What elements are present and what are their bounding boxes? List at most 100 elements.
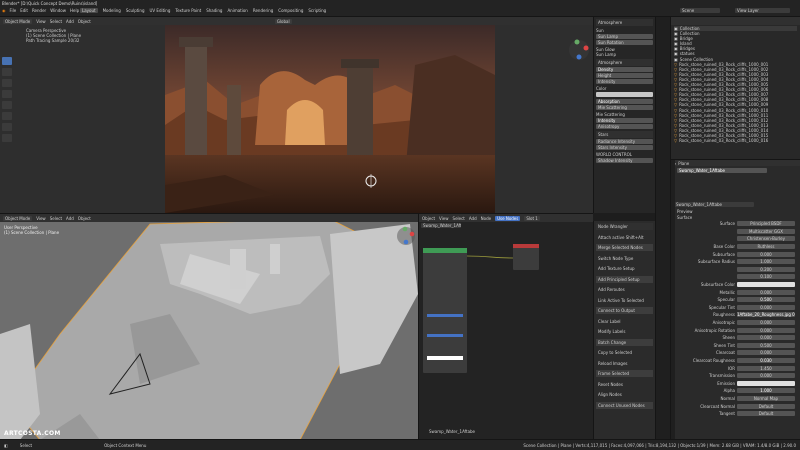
menu-render[interactable]: Render xyxy=(32,8,46,13)
scale-tool-icon[interactable] xyxy=(2,101,12,109)
property-value[interactable]: 0.000 xyxy=(737,350,795,356)
menu-add-bottom[interactable]: Add xyxy=(66,216,74,221)
sun-lamp-field[interactable]: Sun Lamp xyxy=(596,34,653,39)
atmosphere-subheader[interactable]: Atmosphere xyxy=(596,59,653,66)
sidebar-tabs[interactable] xyxy=(655,17,670,439)
property-value[interactable]: 0.000 xyxy=(737,304,795,310)
property-value[interactable]: 0.000 xyxy=(737,335,795,341)
node-wrangler-item[interactable]: Merge Selected Nodes xyxy=(596,244,653,251)
property-value[interactable] xyxy=(737,380,795,386)
node-wrangler-item[interactable]: Clear Label xyxy=(596,318,653,325)
node-menu-select[interactable]: Select xyxy=(453,216,465,221)
node-wrangler-item[interactable]: Copy to Selected xyxy=(596,349,653,356)
property-value[interactable]: Default xyxy=(737,411,795,417)
annotate-tool-icon[interactable] xyxy=(2,123,12,131)
property-value[interactable]: 1Aftabe_20_Roughness.jpg 0.00 xyxy=(737,312,795,318)
property-value[interactable]: 0.000 xyxy=(737,373,795,379)
tab-sculpting[interactable]: Sculpting xyxy=(126,8,145,13)
menu-object[interactable]: Object xyxy=(78,19,91,24)
material-slot[interactable]: Swamp_Water_1Aftabe xyxy=(677,167,767,173)
density-field[interactable]: Density xyxy=(596,67,653,72)
mode-selector-bottom[interactable]: Object Mode xyxy=(3,215,33,221)
node-wrangler-item[interactable]: Reset Nodes xyxy=(596,381,653,388)
absorption-field[interactable]: Absorption xyxy=(596,99,653,104)
measure-tool-icon[interactable] xyxy=(2,134,12,142)
tab-texture-paint[interactable]: Texture Paint xyxy=(175,8,201,13)
orientation-selector[interactable]: Global xyxy=(274,18,292,24)
sun-rotation-field[interactable]: Sun Rotation xyxy=(596,40,653,45)
node-wrangler-item[interactable]: Add Texture Setup xyxy=(596,265,653,272)
property-value[interactable] xyxy=(737,282,795,288)
node-wrangler-item[interactable]: Link Active To Selected xyxy=(596,297,653,304)
node-wrangler-item[interactable]: Batch Change xyxy=(596,338,653,346)
property-value[interactable]: 0.000 xyxy=(737,320,795,326)
navigation-gizmo-bottom[interactable] xyxy=(396,226,416,246)
property-value[interactable]: 0.000 xyxy=(737,289,795,295)
tab-layout[interactable]: Layout xyxy=(80,8,98,13)
rotate-tool-icon[interactable] xyxy=(2,90,12,98)
menu-select[interactable]: Select xyxy=(50,19,62,24)
outliner-item[interactable]: ▽ Rock_stone_ruined_03_Rock_cliffs_1000_0… xyxy=(674,138,797,143)
tab-scripting[interactable]: Scripting xyxy=(308,8,326,13)
stars-intensity-field[interactable]: Stars Intensity xyxy=(596,145,653,150)
3d-cursor-icon[interactable] xyxy=(364,174,378,188)
viewport-bottom[interactable]: Object Mode View Select Add Object User … xyxy=(0,213,418,439)
property-value[interactable]: 1.450 xyxy=(737,365,795,371)
move-tool-icon[interactable] xyxy=(2,79,12,87)
node-menu-view[interactable]: View xyxy=(439,216,449,221)
node-menu-node[interactable]: Node xyxy=(481,216,491,221)
node-wrangler-item[interactable]: Modify Labels xyxy=(596,328,653,335)
property-value[interactable]: Ruthless xyxy=(737,244,795,250)
menu-view-bottom[interactable]: View xyxy=(36,216,46,221)
mode-selector[interactable]: Object Mode xyxy=(3,18,33,24)
color-swatch[interactable] xyxy=(596,92,653,97)
node-wrangler-item[interactable]: Reload Images xyxy=(596,360,653,367)
material-selector[interactable]: Swamp_Water_1Aftabe xyxy=(674,201,754,207)
node-wrangler-item[interactable]: Add Reroutes xyxy=(596,286,653,293)
node-menu-object[interactable]: Object xyxy=(422,216,435,221)
property-value[interactable]: 0.030 xyxy=(737,357,795,363)
mie-field[interactable]: Mie Scattering xyxy=(596,105,653,110)
property-value[interactable]: 0.500 xyxy=(737,342,795,348)
node-wrangler-item[interactable]: Connect Unused Nodes xyxy=(596,401,653,409)
tab-shading[interactable]: Shading xyxy=(206,8,222,13)
anisotropy-field[interactable]: Anisotropy xyxy=(596,124,653,129)
node-wrangler-item[interactable]: Align Nodes xyxy=(596,391,653,398)
node-editor[interactable]: Object View Select Add Node Use Nodes Sl… xyxy=(418,213,593,439)
property-value[interactable]: 0.000 xyxy=(737,327,795,333)
shadow-intensity-field[interactable]: Shadow Intensity xyxy=(596,158,653,163)
atmosphere-title[interactable]: Atmosphere xyxy=(596,19,653,26)
blender-logo-icon[interactable]: ◉ xyxy=(2,8,6,13)
property-value[interactable]: 0.200 xyxy=(737,266,795,272)
sun-lamp-toggle[interactable]: Sun Lamp xyxy=(596,52,653,57)
node-wrangler-item[interactable]: Frame Selected xyxy=(596,370,653,377)
menu-help[interactable]: Help xyxy=(70,8,79,13)
intensity-field[interactable]: Intensity xyxy=(596,79,653,84)
menu-select-bottom[interactable]: Select xyxy=(50,216,62,221)
node-menu-add[interactable]: Add xyxy=(469,216,477,221)
property-value[interactable]: Multiscatter GGX xyxy=(737,228,795,234)
node-wrangler-item[interactable]: Add Principled Setup xyxy=(596,275,653,283)
menu-window[interactable]: Window xyxy=(50,8,66,13)
menu-view[interactable]: View xyxy=(36,19,46,24)
tab-compositing[interactable]: Compositing xyxy=(278,8,303,13)
tab-modeling[interactable]: Modeling xyxy=(103,8,121,13)
cursor-tool-icon[interactable] xyxy=(2,68,12,76)
property-value[interactable]: Christensen-Burley xyxy=(737,236,795,242)
scene-selector[interactable]: Scene xyxy=(680,8,720,13)
property-value[interactable]: Principled BSDF xyxy=(737,221,795,227)
node-material-selector[interactable]: Swamp_Water_1Aft xyxy=(421,223,461,228)
property-value[interactable]: 0.500 xyxy=(737,297,795,303)
view-layer-selector[interactable]: View Layer xyxy=(735,8,790,13)
node-wrangler-item[interactable]: Attach active Shift+Alt xyxy=(596,234,653,241)
navigation-gizmo[interactable] xyxy=(568,39,590,61)
select-tool-icon[interactable] xyxy=(2,57,12,65)
menu-object-bottom[interactable]: Object xyxy=(78,216,91,221)
use-nodes-toggle[interactable]: Use Nodes xyxy=(495,215,521,221)
node-wrangler-item[interactable]: Switch Node Type xyxy=(596,255,653,262)
property-value[interactable]: 1.000 xyxy=(737,388,795,394)
transform-tool-icon[interactable] xyxy=(2,112,12,120)
menu-edit[interactable]: Edit xyxy=(20,8,28,13)
property-value[interactable]: Normal Map xyxy=(737,395,795,401)
property-value[interactable]: 0.100 xyxy=(737,274,795,280)
